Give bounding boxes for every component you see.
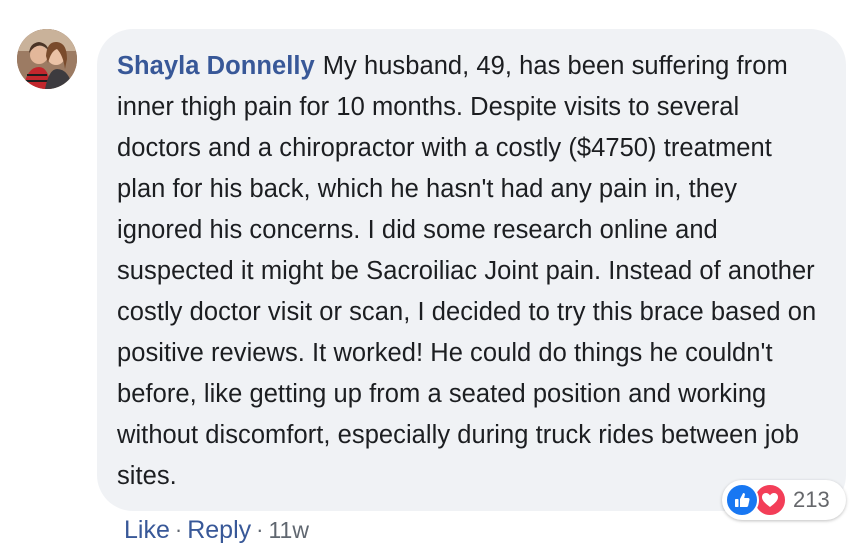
separator-dot: ·: [174, 517, 183, 542]
comment-text: My husband, 49, has been suffering from …: [117, 52, 817, 490]
like-icon: [725, 483, 759, 517]
like-link[interactable]: Like: [124, 516, 170, 545]
separator-dot: ·: [256, 517, 264, 542]
comment-thread: Shayla Donnelly My husband, 49, has been …: [0, 0, 850, 552]
comment-timestamp[interactable]: 11w: [268, 517, 309, 544]
comment-author-link[interactable]: Shayla Donnelly: [117, 52, 315, 80]
comment-actions: Like · Reply · 11w: [124, 510, 309, 550]
reaction-count: 213: [793, 487, 830, 512]
avatar-photo: [17, 29, 77, 89]
avatar[interactable]: [17, 29, 77, 89]
comment-body: Shayla Donnelly My husband, 49, has been …: [117, 46, 824, 497]
reactions-summary[interactable]: 213: [722, 480, 846, 520]
comment-bubble: Shayla Donnelly My husband, 49, has been …: [97, 29, 846, 511]
reply-link[interactable]: Reply: [187, 516, 251, 545]
